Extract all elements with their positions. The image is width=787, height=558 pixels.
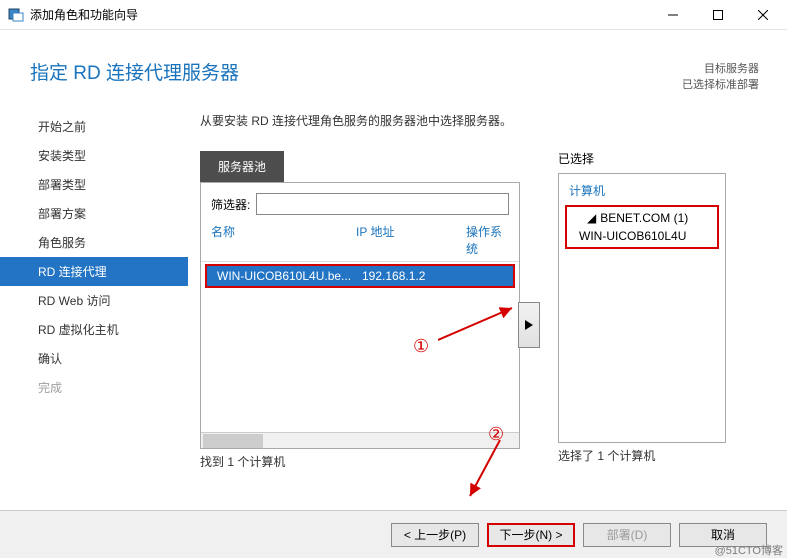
filter-label: 筛选器: — [211, 196, 250, 213]
main-panel: 从要安装 RD 连接代理角色服务的服务器池中选择服务器。 服务器池 筛选器: 名… — [188, 104, 777, 470]
page-title: 指定 RD 连接代理服务器 — [30, 58, 682, 85]
col-ip[interactable]: IP 地址 — [356, 223, 466, 257]
sidebar-item-rd-virtualization[interactable]: RD 虚拟化主机 — [0, 315, 188, 344]
row-name: WIN-UICOB610L4U.be... — [217, 269, 362, 283]
selected-domain: ◢BENET.COM (1) — [575, 211, 709, 225]
deploy-button: 部署(D) — [583, 523, 671, 547]
page-header: 指定 RD 连接代理服务器 目标服务器 已选择标准部署 — [0, 30, 787, 104]
selected-box: 计算机 ◢BENET.COM (1) WIN-UICOB610L4U — [558, 173, 726, 443]
selected-items[interactable]: ◢BENET.COM (1) WIN-UICOB610L4U — [565, 205, 719, 249]
selected-label: 已选择 — [558, 150, 726, 167]
pool-rows: WIN-UICOB610L4U.be... 192.168.1.2 — [201, 262, 519, 432]
titlebar: 添加角色和功能向导 — [0, 0, 787, 30]
target-server-info: 目标服务器 已选择标准部署 — [682, 60, 759, 92]
sidebar-item-finish: 完成 — [0, 373, 188, 402]
sidebar-item-install-type[interactable]: 安装类型 — [0, 141, 188, 170]
prev-button[interactable]: < 上一步(P) — [391, 523, 479, 547]
table-row[interactable]: WIN-UICOB610L4U.be... 192.168.1.2 — [205, 264, 515, 288]
server-pool-box: 筛选器: 名称 IP 地址 操作系统 WIN-UICOB610L4U.be...… — [200, 182, 520, 449]
add-server-button[interactable] — [518, 302, 540, 348]
app-icon — [8, 7, 24, 23]
target-label: 目标服务器 — [682, 60, 759, 76]
maximize-button[interactable] — [695, 0, 740, 29]
col-os[interactable]: 操作系统 — [466, 223, 509, 257]
sidebar-item-before-start[interactable]: 开始之前 — [0, 112, 188, 141]
window-title: 添加角色和功能向导 — [30, 6, 650, 23]
sidebar-item-rd-broker[interactable]: RD 连接代理 — [0, 257, 188, 286]
selected-section: 已选择 计算机 ◢BENET.COM (1) WIN-UICOB610L4U 选… — [558, 150, 726, 464]
target-value: 已选择标准部署 — [682, 76, 759, 92]
selected-host: WIN-UICOB610L4U — [575, 229, 709, 243]
selected-footer: 选择了 1 个计算机 — [558, 447, 726, 464]
horizontal-scrollbar[interactable] — [201, 432, 519, 448]
col-name[interactable]: 名称 — [211, 223, 356, 257]
pool-columns: 名称 IP 地址 操作系统 — [201, 221, 519, 262]
found-count: 找到 1 个计算机 — [200, 453, 520, 470]
instruction-text: 从要安装 RD 连接代理角色服务的服务器池中选择服务器。 — [200, 112, 777, 129]
expand-icon: ◢ — [587, 211, 596, 225]
selected-header: 计算机 — [559, 174, 725, 203]
next-button[interactable]: 下一步(N) > — [487, 523, 575, 547]
window-controls — [650, 0, 785, 29]
sidebar-item-deploy-scenario[interactable]: 部署方案 — [0, 199, 188, 228]
close-button[interactable] — [740, 0, 785, 29]
sidebar-item-confirm[interactable]: 确认 — [0, 344, 188, 373]
wizard-steps-sidebar: 开始之前 安装类型 部署类型 部署方案 角色服务 RD 连接代理 RD Web … — [0, 104, 188, 470]
sidebar-item-role-services[interactable]: 角色服务 — [0, 228, 188, 257]
row-ip: 192.168.1.2 — [362, 269, 472, 283]
wizard-footer: < 上一步(P) 下一步(N) > 部署(D) 取消 — [0, 510, 787, 558]
sidebar-item-deploy-type[interactable]: 部署类型 — [0, 170, 188, 199]
filter-input[interactable] — [256, 193, 509, 215]
watermark: @51CTO博客 — [715, 542, 783, 558]
minimize-button[interactable] — [650, 0, 695, 29]
sidebar-item-rd-web[interactable]: RD Web 访问 — [0, 286, 188, 315]
server-pool-section: 服务器池 筛选器: 名称 IP 地址 操作系统 WIN-UICOB610L4U.… — [200, 151, 520, 470]
server-pool-tab[interactable]: 服务器池 — [200, 151, 284, 182]
